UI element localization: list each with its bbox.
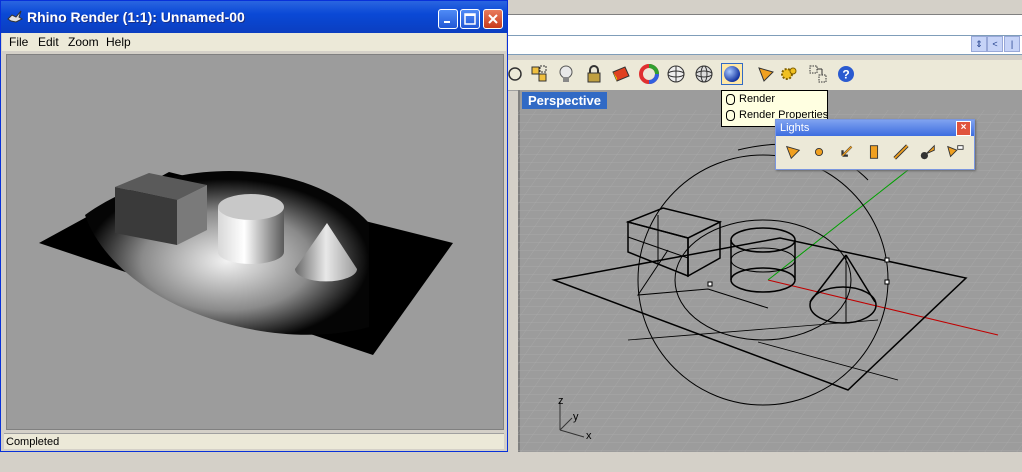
help-icon[interactable]: ?: [835, 63, 857, 85]
light-object-icon[interactable]: [917, 141, 939, 163]
directional-light-icon[interactable]: [836, 141, 858, 163]
gears-icon[interactable]: [778, 63, 800, 85]
scroll-up-down-button[interactable]: ⇕: [971, 36, 987, 52]
rectangular-light-icon[interactable]: [863, 141, 885, 163]
rendered-box: [115, 173, 207, 245]
viewport-title[interactable]: Perspective: [522, 92, 607, 109]
lock-icon[interactable]: [583, 63, 605, 85]
command-prompt-input[interactable]: [506, 35, 1022, 55]
render-output-canvas[interactable]: [6, 54, 504, 430]
point-light-icon[interactable]: [808, 141, 830, 163]
menu-edit[interactable]: Edit: [38, 35, 59, 49]
maximize-icon: [464, 13, 476, 25]
render-window-titlebar[interactable]: Rhino Render (1:1): Unnamed-00: [1, 1, 507, 33]
render-menu-item[interactable]: Render: [722, 91, 827, 107]
axis-label-y: y: [573, 411, 579, 423]
sphere-wireframe-icon[interactable]: [665, 63, 687, 85]
menu-help[interactable]: Help: [106, 35, 131, 49]
light-bulb-icon[interactable]: [555, 63, 577, 85]
maximize-button[interactable]: [460, 9, 480, 29]
spotlight-icon[interactable]: [782, 141, 804, 163]
color-wheel-icon[interactable]: [638, 63, 660, 85]
scroll-right-button[interactable]: |: [1004, 36, 1020, 52]
render-icon[interactable]: [721, 63, 743, 85]
left-mouse-icon: [726, 93, 735, 105]
lights-toolbar[interactable]: Lights ×: [775, 119, 975, 170]
snap-icon[interactable]: [528, 63, 550, 85]
render-menubar: File Edit Zoom Help: [2, 33, 506, 51]
minimize-icon: [444, 21, 450, 23]
linear-light-icon[interactable]: [890, 141, 912, 163]
material-icon[interactable]: [610, 63, 632, 85]
command-history: [506, 14, 1022, 36]
edit-light-icon[interactable]: [944, 141, 966, 163]
close-icon: [488, 14, 498, 24]
render-window: Rhino Render (1:1): Unnamed-00 File Edit…: [0, 0, 508, 452]
render-window-title: Rhino Render (1:1): Unnamed-00: [27, 9, 245, 25]
spotlight-icon[interactable]: [755, 63, 777, 85]
scroll-left-button[interactable]: <: [987, 36, 1003, 52]
minimize-button[interactable]: [438, 9, 458, 29]
layout-icon[interactable]: [807, 63, 829, 85]
render-status-bar: Completed: [4, 433, 504, 449]
rhino-app-icon: [7, 10, 23, 23]
axis-label-z: z: [558, 395, 564, 407]
sphere-shaded-icon[interactable]: [693, 63, 715, 85]
right-mouse-icon: [726, 109, 735, 121]
close-button[interactable]: [483, 9, 503, 29]
rendered-scene: [39, 170, 453, 355]
bottom-strip: [0, 452, 1022, 472]
rendered-cylinder: [218, 194, 284, 264]
lights-toolbar-title[interactable]: Lights: [776, 120, 974, 136]
axis-label-x: x: [586, 430, 592, 442]
menu-file[interactable]: File: [9, 35, 28, 49]
lights-close-button[interactable]: ×: [956, 121, 971, 136]
render-label: Render: [739, 93, 776, 105]
rotate-icon[interactable]: [506, 63, 528, 85]
svg-text:?: ?: [842, 68, 849, 82]
menu-zoom[interactable]: Zoom: [68, 35, 99, 49]
